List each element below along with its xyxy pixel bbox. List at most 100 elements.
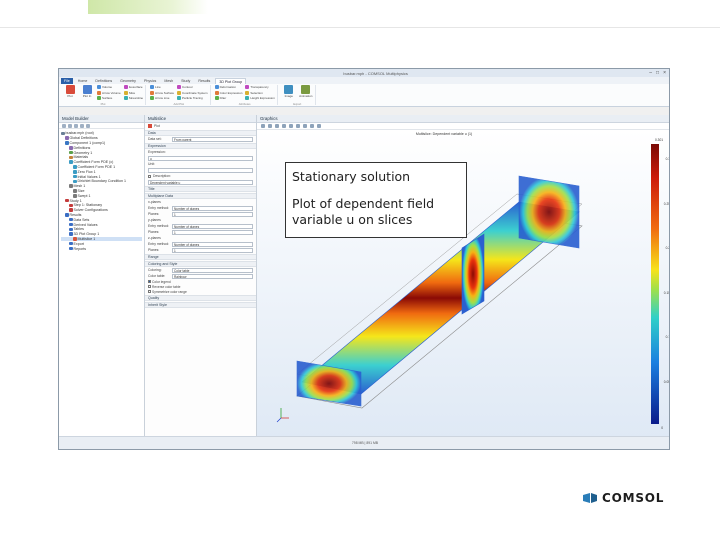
data-set-row: Data set: From parent — [145, 136, 256, 142]
contour-button[interactable]: Contour — [177, 85, 208, 90]
surface-button[interactable]: Surface — [97, 96, 121, 101]
color-table-select[interactable]: Rainbow — [172, 273, 253, 279]
transparency-button[interactable]: Transparency — [245, 85, 274, 90]
description-checkbox[interactable] — [148, 174, 151, 179]
select-icon[interactable] — [310, 124, 314, 128]
maximize-icon[interactable]: □ — [656, 70, 659, 76]
contour-icon — [177, 85, 182, 90]
line-button[interactable]: Line — [150, 85, 174, 90]
y-planes-field[interactable]: 1 — [172, 229, 253, 235]
expand-icon[interactable] — [86, 124, 90, 128]
checkbox-symmetrize-color-range[interactable]: Symmetrize color range — [145, 289, 256, 294]
data-set-label: Data set: — [148, 137, 162, 141]
z-entry-select[interactable]: Number of planes — [172, 241, 253, 247]
streamline-button[interactable]: Streamline — [123, 96, 143, 101]
coloring-select[interactable]: Color table — [172, 267, 253, 273]
minimize-icon[interactable]: – — [649, 70, 652, 76]
arrow-line-button[interactable]: Arrow Line — [150, 96, 174, 101]
zoom-extents-icon[interactable] — [275, 124, 279, 128]
image-button[interactable]: Image — [282, 85, 296, 102]
tree-node-icon — [69, 208, 73, 212]
show-icon[interactable] — [74, 124, 78, 128]
data-set-select[interactable]: From parent — [172, 136, 253, 142]
z-planes-field[interactable]: 1 — [172, 247, 253, 253]
ribbon-button-label: Plot In — [82, 94, 92, 98]
comsol-logo-text: COMSOL — [602, 491, 665, 505]
colorbar-max: 0.301 — [655, 138, 663, 142]
x-planes-count-label: Planes: — [148, 212, 160, 216]
particle-tracing-button[interactable]: Particle Tracing — [177, 96, 208, 101]
tab-3d-plot-group[interactable]: 3D Plot Group — [215, 77, 247, 84]
checkbox-label: Symmetrize color range — [152, 289, 187, 294]
tab-mesh[interactable]: Mesh — [161, 78, 176, 84]
color-expression-button[interactable]: Color Expression — [214, 90, 242, 96]
status-bar: 798 MB | 891 MB — [59, 436, 669, 449]
image-snapshot-icon[interactable] — [317, 124, 321, 128]
section-range[interactable]: Range — [145, 254, 256, 260]
tree-node-icon — [73, 165, 77, 169]
collapse-icon[interactable] — [80, 124, 84, 128]
height-expression-button[interactable]: Height Expression — [245, 96, 275, 101]
z-planes-row: Planes: 1 — [145, 247, 256, 253]
section-quality[interactable]: Quality — [145, 295, 256, 301]
ribbon-button-label: Filter — [219, 96, 227, 101]
forward-icon[interactable] — [68, 124, 72, 128]
x-entry-select[interactable]: Number of planes — [172, 205, 253, 211]
transparency-icon[interactable] — [303, 124, 307, 128]
tab-physics[interactable]: Physics — [141, 78, 159, 84]
ribbon-button-label: Animation — [299, 94, 313, 98]
selection-button[interactable]: Selection — [245, 90, 274, 96]
settings-toolbar: Plot — [145, 123, 256, 129]
tab-geometry[interactable]: Geometry — [117, 78, 139, 84]
tree-node-label: Initial Values 1 — [77, 174, 101, 179]
tree-node-label: Global Definitions — [69, 136, 98, 141]
tab-file[interactable]: File — [61, 77, 73, 84]
tree-node-icon — [69, 155, 73, 160]
plot-in-button[interactable]: Plot In — [80, 85, 94, 102]
ribbon-button-label: Isosurface — [128, 85, 143, 90]
tree-node[interactable]: Reports — [61, 246, 142, 251]
plot-button[interactable]: Plot — [63, 85, 77, 102]
isosurface-button[interactable]: Isosurface — [123, 85, 143, 90]
tab-study[interactable]: Study — [178, 78, 193, 84]
unit-select[interactable] — [148, 167, 253, 173]
filter-button[interactable]: Filter — [214, 96, 243, 101]
plot-button[interactable]: Plot — [154, 124, 160, 128]
tab-results[interactable]: Results — [195, 78, 213, 84]
y-entry-select[interactable]: Number of planes — [172, 223, 253, 229]
views-icon[interactable] — [289, 124, 293, 128]
zoom-in-icon[interactable] — [261, 124, 265, 128]
x-planes-field[interactable]: 1 — [172, 211, 253, 217]
deformation-button[interactable]: Deformation — [214, 85, 243, 90]
wireframe-icon[interactable] — [296, 124, 300, 128]
arrow-surface-button[interactable]: Arrow Surface — [150, 90, 175, 96]
close-icon[interactable]: × — [663, 70, 666, 76]
y-planes-count-label: Planes: — [148, 230, 160, 234]
slice-button[interactable]: Slice — [123, 90, 143, 96]
zoom-out-icon[interactable] — [268, 124, 272, 128]
arrow-volume-button[interactable]: Arrow Volume — [97, 90, 121, 96]
volume-button[interactable]: Volume — [97, 85, 121, 90]
animation-button[interactable]: Animation — [299, 85, 313, 102]
ribbon-button-label: Arrow Surface — [155, 90, 175, 95]
section-inherit[interactable]: Inherit Style — [145, 302, 256, 308]
tree-node-icon — [73, 194, 77, 198]
tree-node-icon — [69, 246, 73, 251]
section-title[interactable]: Title — [145, 186, 256, 192]
ribbon-button-label: Plot — [67, 94, 73, 98]
slide-header-band — [0, 0, 720, 28]
colorbar-tick: 0.3 — [665, 157, 670, 162]
expression-field[interactable]: u — [148, 155, 253, 161]
back-icon[interactable] — [62, 124, 66, 128]
rotate-icon[interactable] — [282, 124, 286, 128]
coordinate-system-button[interactable]: Coordinate System — [177, 90, 208, 96]
ribbon-group-label: Plot — [100, 101, 106, 106]
tree-node-label: Study 1 — [69, 198, 82, 203]
particle-tracing-icon — [177, 96, 182, 101]
tree-node-label: Data Sets — [73, 217, 90, 222]
description-field[interactable]: Dependent variable u — [148, 179, 253, 185]
graphics-toolbar — [257, 123, 669, 130]
tab-home[interactable]: Home — [75, 78, 91, 84]
selection-icon — [245, 90, 250, 95]
tab-definitions[interactable]: Definitions — [92, 78, 115, 84]
